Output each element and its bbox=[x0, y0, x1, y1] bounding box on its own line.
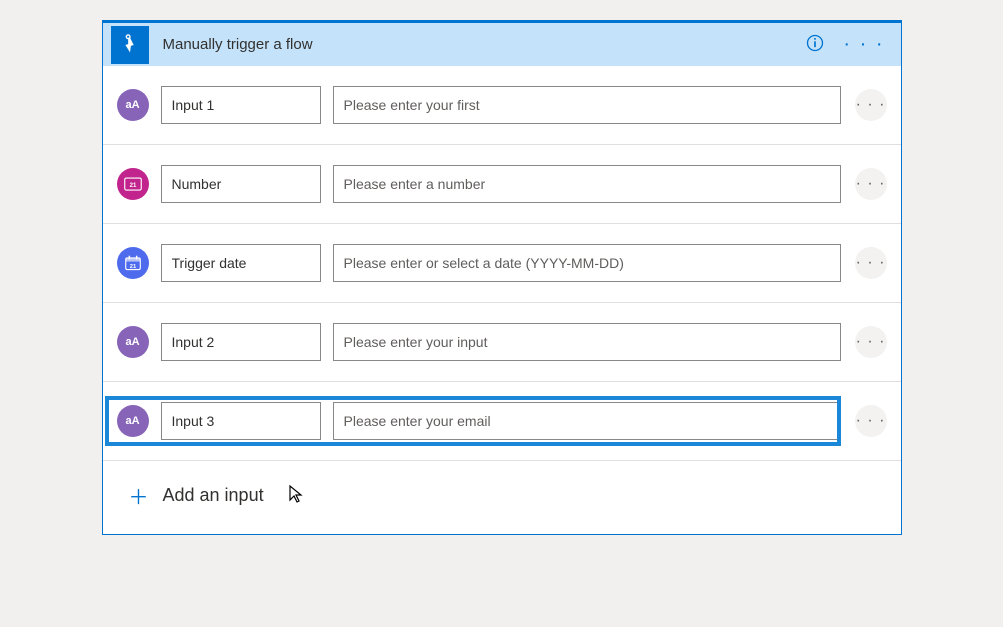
mouse-cursor-icon bbox=[288, 484, 304, 507]
input-description-field[interactable] bbox=[333, 165, 841, 203]
input-name-field[interactable] bbox=[161, 402, 321, 440]
row-menu-button[interactable]: · · · bbox=[855, 326, 887, 358]
info-icon[interactable] bbox=[805, 33, 825, 56]
input-name-field[interactable] bbox=[161, 86, 321, 124]
manual-trigger-icon bbox=[111, 26, 149, 64]
date-type-icon: 21 bbox=[117, 247, 149, 279]
trigger-card: Manually trigger a flow · · · aA · · · 2… bbox=[102, 20, 902, 535]
input-row: 21 · · · bbox=[103, 224, 901, 303]
input-name-field[interactable] bbox=[161, 165, 321, 203]
plus-icon: ＋ bbox=[129, 481, 149, 510]
text-type-icon: aA bbox=[117, 405, 149, 437]
input-row: aA · · · bbox=[103, 66, 901, 145]
input-row: aA · · · bbox=[103, 382, 901, 461]
text-type-icon: aA bbox=[117, 89, 149, 121]
svg-text:21: 21 bbox=[129, 264, 136, 270]
text-type-icon: aA bbox=[117, 326, 149, 358]
card-menu-icon[interactable]: · · · bbox=[843, 33, 884, 56]
number-type-icon: 21 bbox=[117, 168, 149, 200]
add-input-label: Add an input bbox=[163, 485, 264, 506]
input-rows: aA · · · 21 · · · 21 bbox=[103, 66, 901, 461]
card-title: Manually trigger a flow bbox=[163, 36, 806, 53]
input-description-field[interactable] bbox=[333, 244, 841, 282]
row-menu-button[interactable]: · · · bbox=[855, 405, 887, 437]
input-row: 21 · · · bbox=[103, 145, 901, 224]
input-name-field[interactable] bbox=[161, 244, 321, 282]
card-header: Manually trigger a flow · · · bbox=[103, 20, 901, 66]
input-description-field[interactable] bbox=[333, 402, 841, 440]
svg-text:21: 21 bbox=[129, 183, 136, 189]
input-row: aA · · · bbox=[103, 303, 901, 382]
input-description-field[interactable] bbox=[333, 323, 841, 361]
row-menu-button[interactable]: · · · bbox=[855, 247, 887, 279]
row-menu-button[interactable]: · · · bbox=[855, 89, 887, 121]
add-input-button[interactable]: ＋ Add an input bbox=[103, 461, 901, 534]
input-name-field[interactable] bbox=[161, 323, 321, 361]
row-menu-button[interactable]: · · · bbox=[855, 168, 887, 200]
input-description-field[interactable] bbox=[333, 86, 841, 124]
